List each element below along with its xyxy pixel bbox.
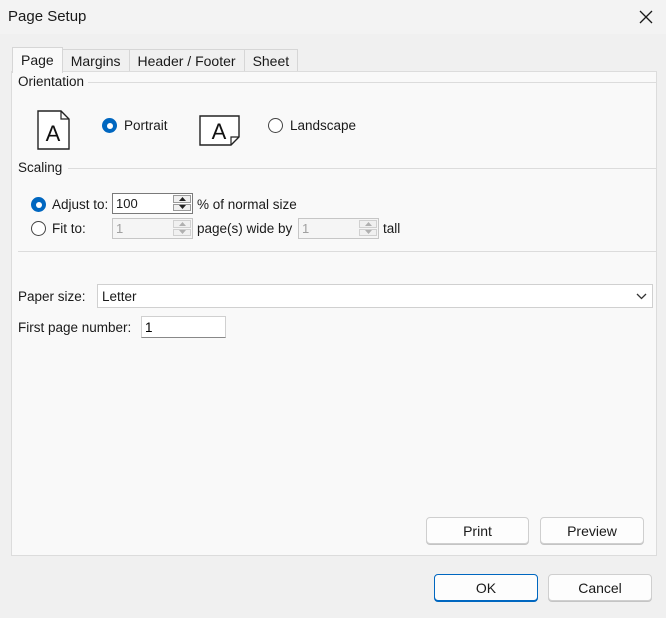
spin-down-icon xyxy=(178,230,186,235)
adjust-to-radio[interactable] xyxy=(31,197,46,212)
paper-size-dropdown[interactable]: Letter xyxy=(97,284,653,308)
adjust-to-label: Adjust to: xyxy=(52,197,109,212)
orientation-section-label: Orientation xyxy=(18,74,85,89)
adjust-to-suffix: % of normal size xyxy=(197,197,297,212)
landscape-radio[interactable] xyxy=(268,118,283,133)
fit-tall-up-button[interactable] xyxy=(359,220,377,228)
chevron-down-icon xyxy=(636,293,647,300)
portrait-label: Portrait xyxy=(124,118,168,133)
tab-header-footer[interactable]: Header / Footer xyxy=(129,49,245,72)
landscape-icon-letter: A xyxy=(212,119,227,144)
tab-sheet[interactable]: Sheet xyxy=(244,49,299,72)
window-title: Page Setup xyxy=(8,8,87,25)
fit-tall-down-button[interactable] xyxy=(359,228,377,236)
print-button[interactable]: Print xyxy=(426,517,529,544)
adjust-to-down-button[interactable] xyxy=(173,203,191,211)
paper-size-label: Paper size: xyxy=(18,289,86,304)
fit-wide-down-button[interactable] xyxy=(173,228,191,236)
portrait-icon-letter: A xyxy=(46,121,61,146)
paper-size-value: Letter xyxy=(102,289,137,304)
landscape-label: Landscape xyxy=(290,118,357,133)
preview-button[interactable]: Preview xyxy=(540,517,644,544)
adjust-to-up-button[interactable] xyxy=(173,195,191,203)
fit-tall-spinner[interactable] xyxy=(298,218,379,239)
fit-tall-spin-buttons xyxy=(359,220,377,237)
fit-wide-input[interactable] xyxy=(113,219,172,238)
fit-to-label: Fit to: xyxy=(52,221,86,236)
spin-down-icon xyxy=(178,205,186,210)
first-page-number-input[interactable] xyxy=(142,317,225,337)
title-bar: Page Setup xyxy=(0,0,666,34)
portrait-radio[interactable] xyxy=(102,118,117,133)
tab-page[interactable]: Page xyxy=(12,47,63,73)
close-button[interactable] xyxy=(626,0,666,34)
fit-wide-spinner[interactable] xyxy=(112,218,193,239)
orientation-divider xyxy=(88,82,657,83)
tab-panel-page xyxy=(11,71,657,556)
close-icon xyxy=(639,10,653,24)
first-page-number-label: First page number: xyxy=(18,320,132,335)
adjust-to-spinner[interactable] xyxy=(112,193,193,214)
spin-up-icon xyxy=(178,196,186,201)
fit-to-radio[interactable] xyxy=(31,221,46,236)
spin-up-icon xyxy=(178,221,186,226)
landscape-page-icon: A xyxy=(199,115,240,146)
scaling-bottom-divider xyxy=(18,251,657,252)
scaling-section-label: Scaling xyxy=(18,160,63,175)
portrait-page-icon: A xyxy=(37,110,70,150)
adjust-to-input[interactable] xyxy=(113,194,172,213)
fit-tall-input[interactable] xyxy=(299,219,358,238)
tab-bar: Page Margins Header / Footer Sheet xyxy=(12,47,299,73)
fit-tall-suffix: tall xyxy=(383,221,401,236)
spin-up-icon xyxy=(364,221,372,226)
first-page-number-field[interactable] xyxy=(141,316,226,338)
tab-margins[interactable]: Margins xyxy=(62,49,130,72)
cancel-button[interactable]: Cancel xyxy=(548,574,652,601)
adjust-to-spin-buttons xyxy=(173,195,191,212)
scaling-divider xyxy=(68,168,657,169)
spin-down-icon xyxy=(364,230,372,235)
fit-wide-suffix: page(s) wide by xyxy=(197,221,293,236)
fit-wide-spin-buttons xyxy=(173,220,191,237)
ok-button[interactable]: OK xyxy=(434,574,538,601)
fit-wide-up-button[interactable] xyxy=(173,220,191,228)
